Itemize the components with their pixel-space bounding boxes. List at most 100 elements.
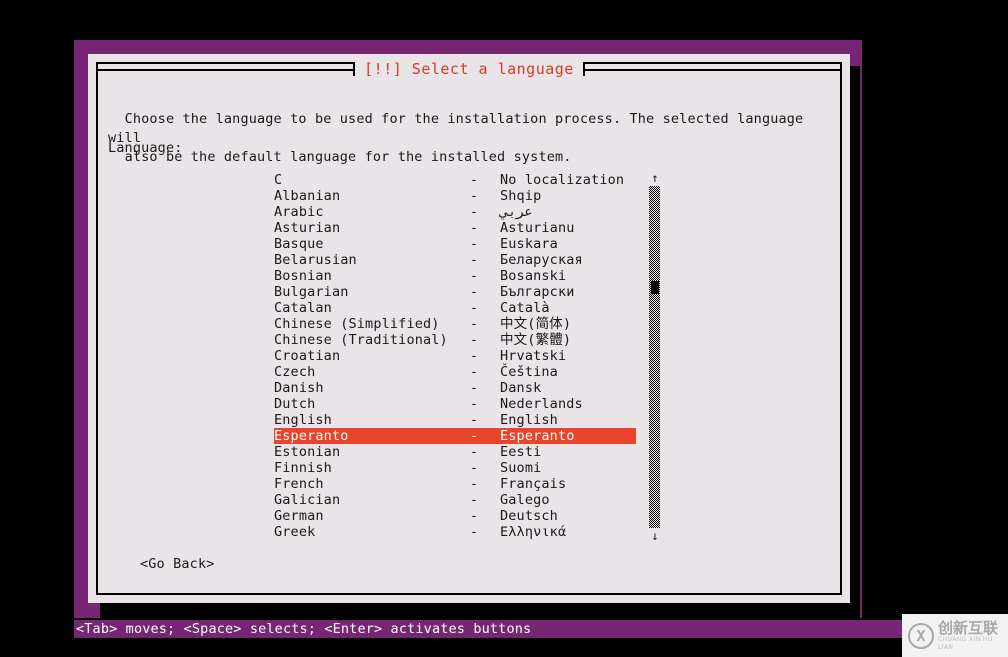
title-rule-left [96,68,354,71]
language-name-english: Arabic [274,204,324,220]
language-name-english: English [274,412,332,428]
language-separator: - [470,204,479,220]
language-name-english: Basque [274,236,324,252]
language-separator: - [470,300,479,316]
language-list-item[interactable]: Albanian - Shqip [274,188,636,204]
language-name-english: Chinese (Simplified) [274,316,440,332]
language-name-native: Deutsch [500,508,558,524]
language-name-english: French [274,476,324,492]
language-separator: - [470,172,479,188]
language-name-native: 中文(简体) [500,316,572,332]
language-list-item[interactable]: English - English [274,412,636,428]
language-separator: - [470,444,479,460]
language-name-english: Czech [274,364,316,380]
language-name-english: Bulgarian [274,284,349,300]
language-name-native: Dansk [500,380,542,396]
language-name-english: Galician [274,492,341,508]
language-list-item[interactable]: French - Français [274,476,636,492]
language-separator: - [470,476,479,492]
language-name-native: Esperanto [500,428,575,444]
language-name-english: Bosnian [274,268,332,284]
language-separator: - [470,460,479,476]
language-list-item[interactable]: Bulgarian - Български [274,284,636,300]
description-line-2: also be the default language for the ins… [124,149,572,165]
title-rule-right [584,68,842,71]
language-list-item[interactable]: Esperanto - Esperanto [274,428,636,444]
language-name-english: Esperanto [274,428,349,444]
scrollbar-down-arrow-icon[interactable]: ↓ [648,530,662,542]
language-list[interactable]: C - No localization Albanian - Shqip Arabic - عر… [274,172,636,542]
language-name-english: Danish [274,380,324,396]
language-list-item[interactable]: Danish - Dansk [274,380,636,396]
language-list-item[interactable]: Basque - Euskara [274,236,636,252]
language-list-item[interactable]: Croatian - Hrvatski [274,348,636,364]
go-back-button[interactable]: <Go Back> [140,556,215,572]
language-name-native: Bosanski [500,268,567,284]
language-separator: - [470,268,479,284]
language-name-english: Chinese (Traditional) [274,332,448,348]
language-list-item[interactable]: Catalan - Català [274,300,636,316]
language-name-native: 中文(繁體) [500,332,572,348]
language-name-native: Čeština [500,364,558,380]
dialog-description: Choose the language to be used for the i… [108,91,818,167]
scrollbar-up-arrow-icon[interactable]: ↑ [648,172,662,184]
language-name-english: Croatian [274,348,341,364]
language-list-item[interactable]: Dutch - Nederlands [274,396,636,412]
scrollbar-track[interactable] [649,186,660,528]
language-separator: - [470,364,479,380]
dialog-title: [!!] Select a language [355,61,583,77]
language-list-item[interactable]: Finnish - Suomi [274,460,636,476]
language-list-item[interactable]: Asturian - Asturianu [274,220,636,236]
scrollbar-thumb[interactable] [651,281,659,294]
language-field-label: Language: [108,140,183,156]
language-separator: - [470,220,479,236]
language-separator: - [470,332,479,348]
language-separator: - [470,508,479,524]
language-separator: - [470,412,479,428]
watermark-chinese-text: 创新互联 [938,618,999,637]
language-name-native: Беларуская [500,252,583,268]
language-name-english: C [274,172,283,188]
language-separator: - [470,236,479,252]
language-name-native: Català [500,300,550,316]
language-separator: - [470,284,479,300]
language-separator: - [470,316,479,332]
language-separator: - [470,348,479,364]
language-name-english: Greek [274,524,316,540]
language-name-english: Dutch [274,396,316,412]
language-name-native: Ελληνικά [500,524,567,540]
language-name-native: Shqip [500,188,542,204]
language-list-item[interactable]: Chinese (Simplified) - 中文(简体) [274,316,636,332]
language-name-native: عربي [500,204,533,220]
language-name-english: Catalan [274,300,332,316]
language-name-native: Suomi [500,460,542,476]
language-name-native: English [500,412,558,428]
language-separator: - [470,380,479,396]
language-name-native: Български [500,284,575,300]
language-list-item[interactable]: Arabic - عربي [274,204,636,220]
language-name-native: No localization [500,172,625,188]
language-name-native: Nederlands [500,396,583,412]
watermark-pinyin-text: CHUANG XIN HU LIAN [938,635,993,651]
language-separator: - [470,252,479,268]
language-name-english: German [274,508,324,524]
language-list-scrollbar[interactable]: ↑ ↓ [648,172,662,542]
language-name-native: Français [500,476,567,492]
language-name-native: Asturianu [500,220,575,236]
language-list-item[interactable]: C - No localization [274,172,636,188]
language-list-item[interactable]: Chinese (Traditional) - 中文(繁體) [274,332,636,348]
language-list-item[interactable]: Galician - Galego [274,492,636,508]
description-line-1: Choose the language to be used for the i… [108,111,812,146]
language-separator: - [470,524,479,540]
language-list-item[interactable]: Czech - Čeština [274,364,636,380]
language-name-native: Euskara [500,236,558,252]
language-list-item[interactable]: German - Deutsch [274,508,636,524]
language-name-native: Galego [500,492,550,508]
language-list-item[interactable]: Estonian - Eesti [274,444,636,460]
language-name-english: Estonian [274,444,341,460]
language-list-item[interactable]: Greek - Ελληνικά [274,524,636,540]
language-name-native: Eesti [500,444,542,460]
language-list-item[interactable]: Bosnian - Bosanski [274,268,636,284]
language-separator: - [470,428,479,444]
language-list-item[interactable]: Belarusian - Беларуская [274,252,636,268]
